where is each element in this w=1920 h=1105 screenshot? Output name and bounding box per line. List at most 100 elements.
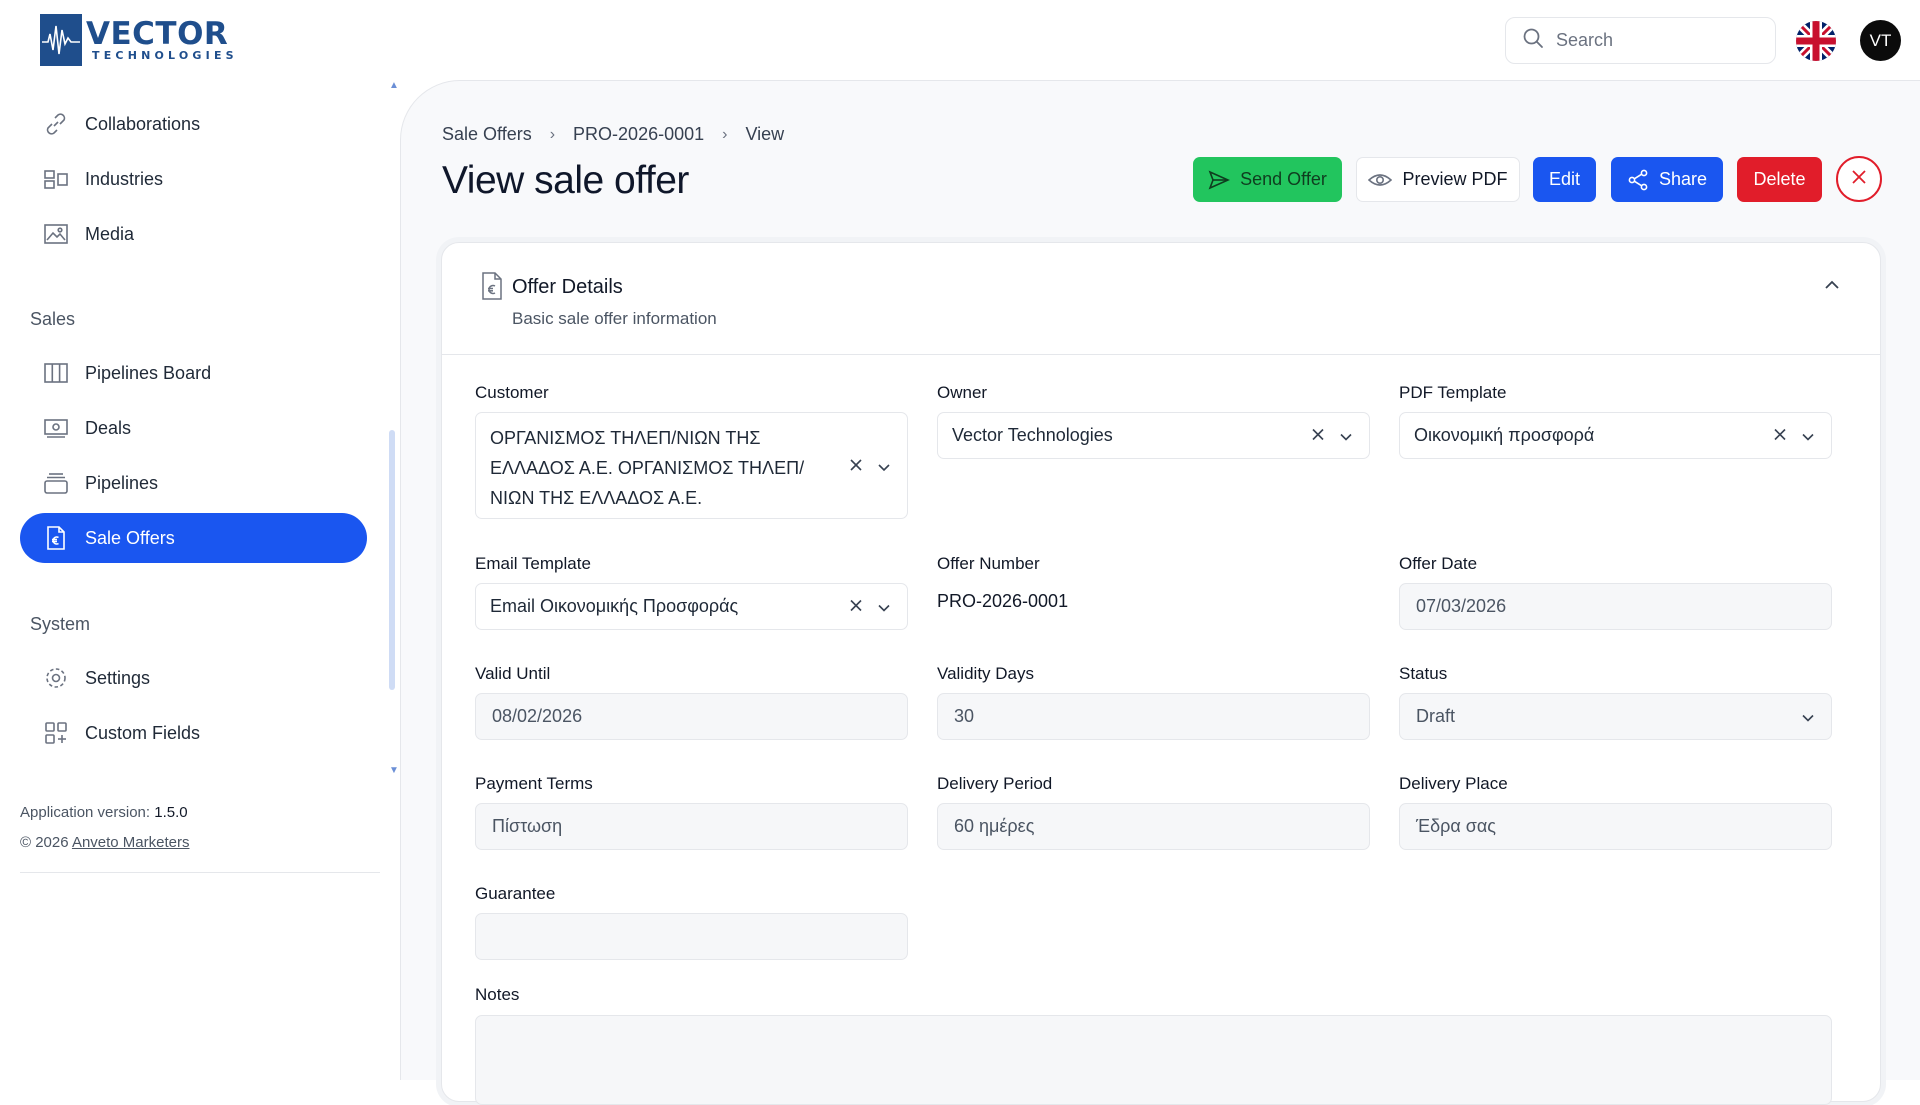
layout-icon — [42, 165, 70, 193]
delivery-place-label: Delivery Place — [1399, 774, 1508, 793]
gear-icon — [42, 664, 70, 692]
breadcrumb: Sale Offers › PRO-2026-0001 › View — [442, 124, 784, 145]
chevron-right-icon: › — [549, 125, 556, 143]
sidebar-item-deals[interactable]: Deals — [20, 403, 367, 453]
share-button[interactable]: Share — [1611, 157, 1723, 202]
offer-number-label: Offer Number — [937, 554, 1040, 573]
offer-details-card: Offer Details Basic sale offer informati… — [441, 242, 1881, 1105]
scroll-down-arrow-icon[interactable]: ▼ — [389, 766, 399, 776]
validity-days-field[interactable]: 30 — [937, 693, 1370, 740]
pdf-template-value: Οικονομική προσφορά — [1414, 425, 1595, 445]
delete-button[interactable]: Delete — [1737, 157, 1822, 202]
send-offer-button[interactable]: Send Offer — [1193, 157, 1342, 202]
chevron-down-icon[interactable] — [877, 451, 891, 481]
sidebar-item-settings[interactable]: Settings — [20, 653, 367, 703]
status-select[interactable]: Draft — [1399, 693, 1832, 740]
sidebar-divider — [20, 872, 380, 873]
card-header[interactable]: Offer Details Basic sale offer informati… — [442, 243, 1880, 355]
euro-document-icon — [479, 271, 505, 306]
chevron-right-icon: › — [722, 125, 728, 143]
columns-icon — [42, 359, 70, 387]
breadcrumb-sale-offers[interactable]: Sale Offers — [442, 124, 532, 145]
customer-select[interactable]: ΟΡΓΑΝΙΣΜΟΣ ΤΗΛΕΠ/ΝΙΩΝ ΤΗΣ ΕΛΛΑΔΟΣ Α.Ε. Ο… — [475, 412, 908, 519]
breadcrumb-current: View — [745, 124, 785, 144]
share-icon — [1627, 169, 1649, 191]
uk-flag-icon[interactable] — [1796, 21, 1836, 61]
send-icon — [1208, 169, 1231, 191]
sidebar-item-collaborations[interactable]: Collaborations — [20, 99, 367, 149]
breadcrumb-offer-number[interactable]: PRO-2026-0001 — [573, 124, 704, 145]
scroll-up-arrow-icon[interactable]: ▲ — [389, 81, 399, 91]
valid-until-label: Valid Until — [475, 664, 551, 683]
sidebar-item-label: Custom Fields — [85, 722, 201, 743]
logo-name: VECTOR — [86, 16, 229, 52]
preview-pdf-button[interactable]: Preview PDF — [1356, 157, 1520, 202]
top-bar: VECTOR TECHNOLOGIES VT — [0, 0, 1920, 80]
sidebar-item-label: Sale Offers — [85, 527, 175, 548]
clear-icon[interactable] — [849, 596, 863, 617]
sidebar-scrollbar[interactable] — [389, 430, 395, 690]
sidebar-item-label: Media — [85, 223, 135, 244]
close-button[interactable] — [1836, 156, 1882, 202]
pdf-template-select[interactable]: Οικονομική προσφορά — [1399, 412, 1832, 459]
company-logo[interactable]: VECTOR TECHNOLOGIES — [40, 14, 236, 66]
chevron-down-icon[interactable] — [1339, 425, 1353, 446]
clear-icon[interactable] — [1311, 425, 1325, 446]
payment-terms-field[interactable]: Πίστωση — [475, 803, 908, 850]
sidebar-section-sales: Sales — [30, 309, 76, 329]
delivery-period-field[interactable]: 60 ημέρες — [937, 803, 1370, 850]
app-version: Application version: 1.5.0 — [20, 804, 188, 821]
page-title: View sale offer — [442, 159, 689, 202]
delivery-place-field[interactable]: Έδρα σας — [1399, 803, 1832, 850]
chevron-down-icon[interactable] — [877, 596, 891, 617]
offer-date-value: 07/03/2026 — [1416, 596, 1507, 616]
status-label: Status — [1399, 664, 1448, 683]
validity-days-label: Validity Days — [937, 664, 1034, 683]
owner-label: Owner — [937, 383, 988, 402]
search-icon — [1522, 27, 1544, 54]
delivery-place-value: Έδρα σας — [1416, 816, 1496, 836]
delivery-period-label: Delivery Period — [937, 774, 1053, 793]
sidebar-item-custom-fields[interactable]: Custom Fields — [20, 708, 367, 758]
offer-date-field[interactable]: 07/03/2026 — [1399, 583, 1832, 630]
email-template-select[interactable]: Email Οικονομικής Προσφοράς — [475, 583, 908, 630]
chevron-down-icon[interactable] — [1801, 425, 1815, 446]
card-subtitle: Basic sale offer information — [512, 309, 717, 328]
euro-document-icon — [42, 524, 70, 552]
search-box[interactable] — [1505, 17, 1776, 64]
link-icon — [42, 110, 70, 138]
company-link[interactable]: Anveto Marketers — [72, 834, 190, 851]
chevron-down-icon[interactable] — [1801, 706, 1815, 727]
sidebar-item-label: Industries — [85, 168, 164, 189]
logo-mark-icon — [40, 14, 82, 66]
close-icon — [1850, 168, 1868, 191]
sidebar-item-label: Pipelines Board — [85, 362, 212, 383]
main-content: Sale Offers › PRO-2026-0001 › View View … — [400, 80, 1920, 1105]
owner-value: Vector Technologies — [952, 425, 1113, 445]
guarantee-label: Guarantee — [475, 884, 556, 903]
chevron-up-icon[interactable] — [1824, 277, 1840, 295]
delivery-period-value: 60 ημέρες — [954, 816, 1035, 836]
email-template-value: Email Οικονομικής Προσφοράς — [490, 596, 739, 616]
user-avatar[interactable]: VT — [1860, 20, 1901, 61]
edit-button[interactable]: Edit — [1533, 157, 1596, 202]
sidebar-item-label: Settings — [85, 667, 151, 688]
sidebar-item-pipelines[interactable]: Pipelines — [20, 458, 367, 508]
sidebar-item-label: Deals — [85, 417, 132, 438]
logo-tagline: TECHNOLOGIES — [92, 49, 238, 62]
payment-terms-value: Πίστωση — [492, 816, 563, 836]
valid-until-value: 08/02/2026 — [492, 706, 583, 726]
owner-select[interactable]: Vector Technologies — [937, 412, 1370, 459]
grid-plus-icon — [42, 719, 70, 747]
sidebar-item-pipelines-board[interactable]: Pipelines Board — [20, 348, 367, 398]
sidebar: ▲ ▼ Collaborations Industries Media Sale… — [0, 80, 400, 1080]
notes-field[interactable] — [475, 1015, 1832, 1105]
guarantee-field[interactable] — [475, 913, 908, 960]
clear-icon[interactable] — [1773, 425, 1787, 446]
sidebar-item-industries[interactable]: Industries — [20, 154, 367, 204]
valid-until-field[interactable]: 08/02/2026 — [475, 693, 908, 740]
sidebar-item-sale-offers[interactable]: Sale Offers — [20, 513, 367, 563]
clear-icon[interactable] — [849, 451, 863, 481]
search-input[interactable] — [1556, 30, 1756, 51]
sidebar-item-media[interactable]: Media — [20, 209, 367, 259]
